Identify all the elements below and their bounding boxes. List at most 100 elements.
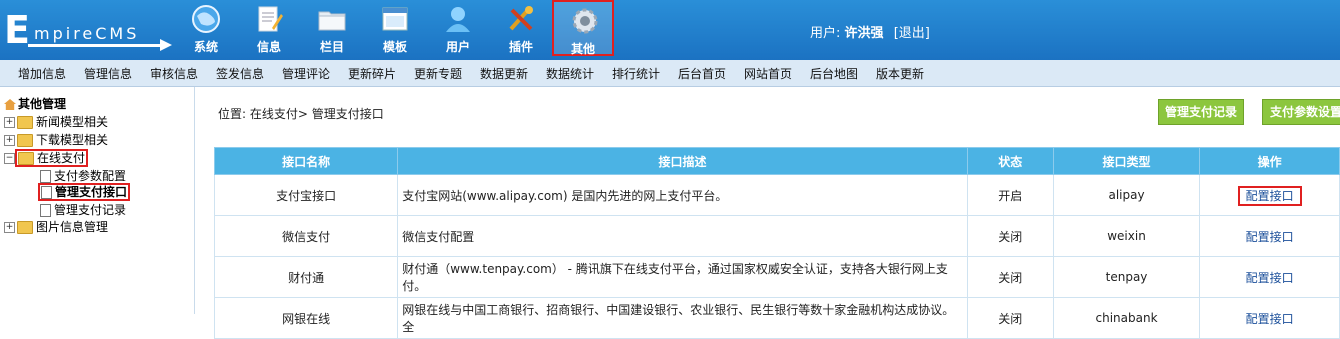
page-icon [40, 170, 51, 183]
tree-root[interactable]: 其他管理 [4, 96, 66, 112]
cell-status: 关闭 [966, 215, 1054, 257]
user-info: 用户: 许洪强 [退出] [810, 22, 930, 41]
tree-item-label: 图片信息管理 [36, 220, 109, 234]
menu-site-home[interactable]: 网站首页 [744, 65, 792, 82]
nav-info[interactable]: 信息 [237, 0, 301, 56]
tree-item-label: 在线支付 [37, 151, 86, 165]
table-row: 支付宝接口 支付宝网站(www.alipay.com) 是国内先进的网上支付平台… [213, 174, 1340, 216]
breadcrumb: 位置: 在线支付> 管理支付接口 [218, 107, 384, 121]
gear-icon [572, 8, 598, 34]
cell-name: 微信支付 [213, 215, 399, 257]
cell-action: 配置接口 [1199, 297, 1340, 339]
col-header-status: 状态 [966, 147, 1054, 175]
main-content: 位置: 在线支付> 管理支付接口 管理支付记录 支付参数设置 接口名称 接口描述… [200, 87, 1340, 339]
tree-item-download-model[interactable]: + 下载模型相关 [4, 132, 108, 148]
user-label: 用户: [810, 26, 841, 41]
menu-version-update[interactable]: 版本更新 [876, 65, 924, 82]
table-row: 微信支付 微信支付配置 关闭 weixin 配置接口 [213, 215, 1340, 257]
menu-review-info[interactable]: 审核信息 [150, 65, 198, 82]
cell-desc: 财付通（www.tenpay.com） - 腾讯旗下在线支付平台，通过国家权威安… [397, 256, 968, 298]
folder-icon [17, 134, 33, 147]
cell-desc: 支付宝网站(www.alipay.com) 是国内先进的网上支付平台。 [397, 174, 968, 216]
empirecms-logo: E mpireCMS [4, 8, 172, 52]
configure-link[interactable]: 配置接口 [1237, 185, 1302, 206]
nav-plugin[interactable]: 插件 [489, 0, 553, 56]
logo-arrow [28, 44, 164, 47]
menu-ranking-stats[interactable]: 排行统计 [612, 65, 660, 82]
nav-system[interactable]: 系统 [174, 0, 238, 56]
folder-open-icon [18, 152, 34, 165]
logo-initial: E [4, 8, 30, 52]
cell-name: 网银在线 [213, 297, 399, 339]
nav-template[interactable]: 模板 [363, 0, 427, 56]
folder-icon [318, 11, 346, 31]
logo-text: mpireCMS [34, 24, 140, 43]
tree-item-payment-records[interactable]: 管理支付记录 [40, 202, 126, 218]
col-header-desc: 接口描述 [397, 147, 968, 175]
payment-settings-button[interactable]: 支付参数设置 [1262, 99, 1340, 125]
menu-update-topics[interactable]: 更新专题 [414, 65, 462, 82]
tree-root-label: 其他管理 [18, 97, 67, 111]
cell-type: tenpay [1052, 256, 1201, 298]
configure-link[interactable]: 配置接口 [1246, 230, 1294, 244]
menu-manage-info[interactable]: 管理信息 [84, 65, 132, 82]
cell-status: 关闭 [966, 256, 1054, 298]
tree-item-label: 新闻模型相关 [36, 115, 109, 129]
table-row: 财付通 财付通（www.tenpay.com） - 腾讯旗下在线支付平台，通过国… [213, 256, 1340, 298]
cell-action: 配置接口 [1199, 174, 1340, 216]
cell-action: 配置接口 [1199, 256, 1340, 298]
menu-data-stats[interactable]: 数据统计 [546, 65, 594, 82]
cell-type: chinabank [1052, 297, 1201, 339]
cell-type: weixin [1052, 215, 1201, 257]
nav-other[interactable]: 其他 [552, 0, 614, 56]
logout-link[interactable]: [退出] [894, 26, 930, 41]
globe-icon [192, 5, 220, 33]
table-header-row: 接口名称 接口描述 状态 接口类型 操作 [213, 147, 1340, 175]
manage-records-button[interactable]: 管理支付记录 [1158, 99, 1244, 125]
expand-icon[interactable]: + [4, 222, 15, 233]
menu-admin-home[interactable]: 后台首页 [678, 65, 726, 82]
tree-item-news-model[interactable]: + 新闻模型相关 [4, 114, 108, 130]
nav-label: 用户 [445, 40, 470, 54]
cell-type: alipay [1052, 174, 1201, 216]
user-name: 许洪强 [844, 26, 884, 41]
tree-item-image-info[interactable]: + 图片信息管理 [4, 219, 108, 235]
cell-name: 支付宝接口 [213, 174, 399, 216]
col-header-name: 接口名称 [213, 147, 399, 175]
nav-column[interactable]: 栏目 [300, 0, 364, 56]
tools-icon [509, 6, 533, 31]
tree-item-label: 管理支付接口 [55, 185, 128, 199]
col-header-action: 操作 [1199, 147, 1340, 175]
menu-sign-info[interactable]: 签发信息 [216, 65, 264, 82]
cell-desc: 微信支付配置 [397, 215, 968, 257]
tree-item-label: 支付参数配置 [54, 169, 127, 183]
cell-action: 配置接口 [1199, 215, 1340, 257]
table-row: 网银在线 网银在线与中国工商银行、招商银行、中国建设银行、农业银行、民生银行等数… [213, 297, 1340, 339]
user-icon [446, 7, 470, 32]
expand-icon[interactable]: + [4, 135, 15, 146]
menu-update-fragments[interactable]: 更新碎片 [348, 65, 396, 82]
configure-link[interactable]: 配置接口 [1246, 271, 1294, 285]
folder-icon [17, 221, 33, 234]
menu-add-info[interactable]: 增加信息 [18, 65, 66, 82]
page-icon [41, 186, 52, 199]
tree-item-label: 下载模型相关 [36, 133, 109, 147]
expand-icon[interactable]: + [4, 117, 15, 128]
top-header: E mpireCMS 系统 信息 栏目 模板 用户 插件 其他 用户: 许洪强 … [0, 0, 1340, 60]
folder-icon [17, 116, 33, 129]
nav-label: 模板 [382, 40, 407, 54]
menu-data-update[interactable]: 数据更新 [480, 65, 528, 82]
tree-item-manage-interfaces[interactable]: 管理支付接口 [37, 183, 131, 201]
tree-item-online-payment[interactable]: − 在线支付 [4, 149, 89, 167]
menu-manage-comments[interactable]: 管理评论 [282, 65, 330, 82]
menu-admin-map[interactable]: 后台地图 [810, 65, 858, 82]
nav-user[interactable]: 用户 [426, 0, 490, 56]
cell-name: 财付通 [213, 256, 399, 298]
nav-label: 栏目 [319, 40, 344, 54]
document-edit-icon [258, 6, 283, 32]
nav-label: 插件 [508, 40, 533, 54]
collapse-icon[interactable]: − [4, 153, 15, 164]
tree-item-payment-config[interactable]: 支付参数配置 [40, 168, 126, 184]
payment-interface-table: 接口名称 接口描述 状态 接口类型 操作 支付宝接口 支付宝网站(www.ali… [213, 147, 1340, 339]
cell-desc: 网银在线与中国工商银行、招商银行、中国建设银行、农业银行、民生银行等数十家金融机… [397, 297, 968, 339]
